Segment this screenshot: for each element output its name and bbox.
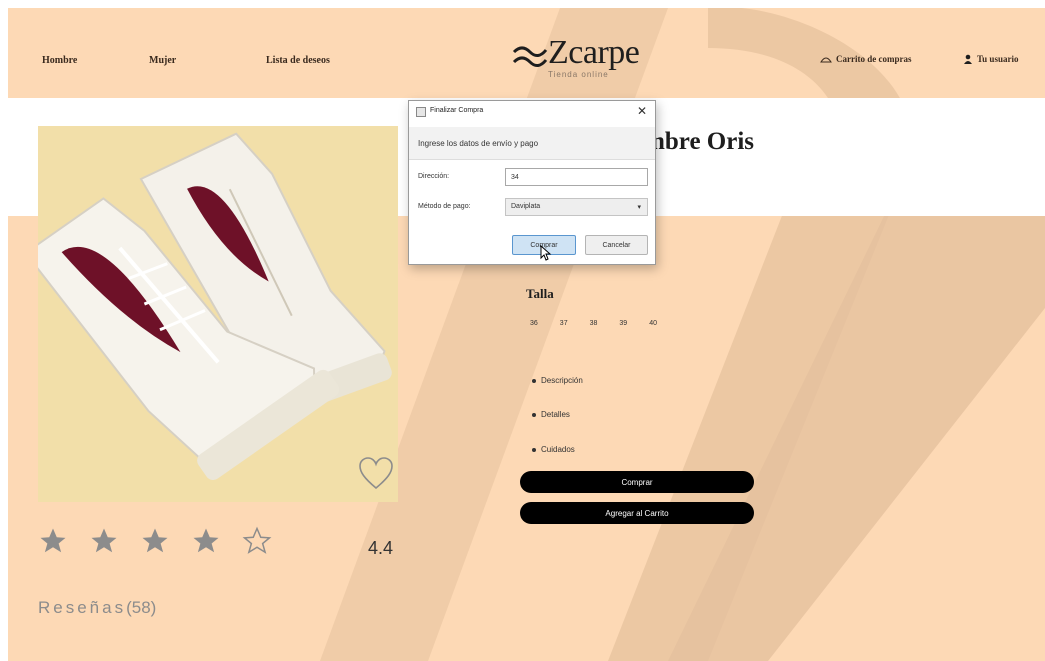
dialog-header: Ingrese los datos de envío y pago <box>409 127 655 160</box>
checkout-dialog: Finalizar Compra ✕ Ingrese los datos de … <box>408 100 656 265</box>
bullet-icon <box>532 447 536 452</box>
dialog-header-text: Ingrese los datos de envío y pago <box>418 139 539 148</box>
accordion-label: Descripción <box>541 376 583 385</box>
wishlist-heart-icon[interactable] <box>356 454 396 494</box>
size-option[interactable]: 37 <box>560 320 568 327</box>
logo-text: Zcarpe <box>548 34 640 71</box>
size-options: 36 37 38 39 40 <box>530 320 657 327</box>
bullet-icon <box>532 412 536 417</box>
nav-link-hombre[interactable]: Hombre <box>42 55 77 66</box>
accordion-descripcion[interactable]: Descripción <box>532 376 583 385</box>
nav-link-mujer[interactable]: Mujer <box>149 55 176 66</box>
logo-wave-icon <box>512 46 548 67</box>
cart-link[interactable]: Carrito de compras <box>820 54 911 64</box>
star-filled-icon[interactable] <box>38 526 68 556</box>
confirm-buy-button[interactable]: Comprar <box>512 235 576 255</box>
app-window: Hombre Mujer Lista de deseos Zcarpe Tien… <box>0 0 1045 661</box>
chevron-down-icon: ▾ <box>637 204 641 211</box>
app-window-icon <box>416 107 426 117</box>
top-nav: Hombre Mujer Lista de deseos Zcarpe Tien… <box>8 8 1045 98</box>
product-image <box>38 126 398 502</box>
dialog-titlebar[interactable]: Finalizar Compra ✕ <box>409 101 655 123</box>
cancel-button[interactable]: Cancelar <box>585 235 648 255</box>
rating-stars <box>38 526 272 556</box>
logo-subtitle: Tienda online <box>548 70 609 79</box>
nav-link-wishlist[interactable]: Lista de deseos <box>266 55 330 66</box>
size-option[interactable]: 40 <box>649 320 657 327</box>
user-label: Tu usuario <box>977 54 1019 64</box>
payment-method-select[interactable]: Daviplata ▾ <box>505 198 648 216</box>
add-to-cart-button[interactable]: Agregar al Carrito <box>520 502 754 524</box>
size-option[interactable]: 38 <box>590 320 598 327</box>
accordion-label: Cuidados <box>541 445 575 454</box>
close-icon[interactable]: ✕ <box>637 104 647 118</box>
brand-logo[interactable]: Zcarpe Tienda online <box>508 30 668 90</box>
product-title: nbre Oris <box>651 128 755 155</box>
user-icon <box>964 54 972 64</box>
dialog-title: Finalizar Compra <box>430 107 484 114</box>
accordion-label: Detalles <box>541 410 570 419</box>
accordion-detalles[interactable]: Detalles <box>532 410 570 419</box>
user-link[interactable]: Tu usuario <box>963 54 1018 64</box>
star-filled-icon[interactable] <box>140 526 170 556</box>
address-input[interactable] <box>505 168 648 186</box>
size-option[interactable]: 39 <box>619 320 627 327</box>
payment-method-value: Daviplata <box>511 203 541 210</box>
payment-label: Método de pago: <box>418 203 471 210</box>
sneakers-illustration <box>38 126 398 502</box>
bullet-icon <box>532 378 536 383</box>
star-empty-icon[interactable] <box>242 526 272 556</box>
reviews-label: Reseñas <box>38 598 127 617</box>
reviews-link[interactable]: Reseñas(58) <box>38 598 156 618</box>
address-label: Dirección: <box>418 173 450 180</box>
cart-icon <box>820 57 832 63</box>
buy-button[interactable]: Comprar <box>520 471 754 493</box>
accordion-cuidados[interactable]: Cuidados <box>532 445 575 454</box>
size-label: Talla <box>526 286 554 301</box>
reviews-count: (58) <box>126 598 157 617</box>
size-option[interactable]: 36 <box>530 320 538 327</box>
star-filled-icon[interactable] <box>89 526 119 556</box>
rating-value: 4.4 <box>368 538 394 558</box>
star-filled-icon[interactable] <box>191 526 221 556</box>
cart-label: Carrito de compras <box>836 54 912 64</box>
